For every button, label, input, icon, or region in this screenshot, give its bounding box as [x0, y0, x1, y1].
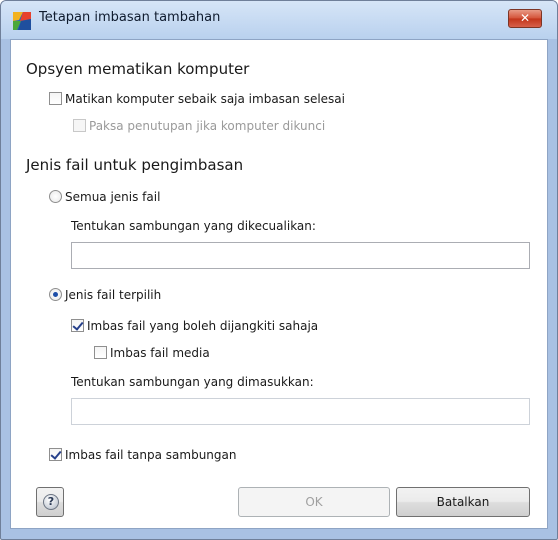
- included-extensions-input[interactable]: [71, 398, 530, 425]
- no-extension-files-option[interactable]: Imbas fail tanpa sambungan: [49, 448, 236, 462]
- selected-file-types-radio[interactable]: [49, 288, 62, 301]
- included-extensions-label: Tentukan sambungan yang dimasukkan:: [71, 375, 314, 389]
- selected-file-types-label: Jenis fail terpilih: [65, 288, 162, 302]
- shutdown-after-scan-checkbox[interactable]: [49, 92, 62, 105]
- media-files-checkbox[interactable]: [94, 346, 107, 359]
- force-shutdown-checkbox[interactable]: [73, 119, 86, 132]
- ok-button[interactable]: OK: [238, 487, 390, 517]
- infectable-files-option[interactable]: Imbas fail yang boleh dijangkiti sahaja: [71, 319, 318, 333]
- infectable-files-checkbox[interactable]: [71, 319, 84, 332]
- force-shutdown-label: Paksa penutupan jika komputer dikunci: [89, 119, 326, 133]
- shutdown-after-scan-option[interactable]: Matikan komputer sebaik saja imbasan sel…: [49, 92, 345, 106]
- media-files-option[interactable]: Imbas fail media: [94, 346, 210, 360]
- avg-logo-icon: [13, 12, 31, 30]
- close-button[interactable]: [508, 9, 542, 28]
- help-icon: ?: [43, 494, 59, 510]
- excluded-extensions-label: Tentukan sambungan yang dikecualikan:: [71, 219, 316, 233]
- infectable-files-label: Imbas fail yang boleh dijangkiti sahaja: [87, 319, 319, 333]
- selected-file-types-option[interactable]: Jenis fail terpilih: [49, 288, 161, 302]
- dialog-content: Opsyen mematikan komputer Matikan komput…: [10, 39, 548, 529]
- no-extension-files-checkbox[interactable]: [49, 448, 62, 461]
- media-files-label: Imbas fail media: [110, 346, 210, 360]
- all-file-types-label: Semua jenis fail: [65, 190, 161, 204]
- help-button[interactable]: ?: [36, 487, 64, 517]
- all-file-types-option[interactable]: Semua jenis fail: [49, 190, 160, 204]
- shutdown-options-heading: Opsyen mematikan komputer: [26, 60, 250, 78]
- excluded-extensions-input[interactable]: [71, 242, 530, 269]
- file-types-heading: Jenis fail untuk pengimbasan: [26, 156, 244, 174]
- title-bar[interactable]: Tetapan imbasan tambahan: [1, 1, 557, 39]
- no-extension-files-label: Imbas fail tanpa sambungan: [65, 448, 237, 462]
- shutdown-after-scan-label: Matikan komputer sebaik saja imbasan sel…: [65, 92, 345, 106]
- cancel-button[interactable]: Batalkan: [396, 487, 530, 517]
- dialog-window: Tetapan imbasan tambahan Opsyen mematika…: [0, 0, 558, 540]
- force-shutdown-option[interactable]: Paksa penutupan jika komputer dikunci: [73, 119, 325, 133]
- all-file-types-radio[interactable]: [49, 190, 62, 203]
- window-title: Tetapan imbasan tambahan: [39, 10, 221, 25]
